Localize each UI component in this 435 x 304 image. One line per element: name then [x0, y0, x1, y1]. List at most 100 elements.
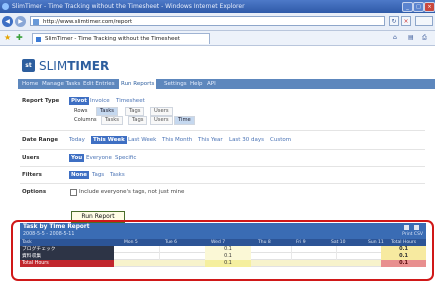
slimtimer-favicon: [36, 37, 41, 42]
grid-line: [291, 253, 292, 260]
filters-label: Filters: [22, 172, 42, 178]
browser-tab[interactable]: SlimTimer - Time Tracking without the Ti…: [32, 33, 210, 44]
address-bar[interactable]: http://www.slimtimer.com/report: [30, 16, 385, 26]
col-mon: Mon 5: [124, 240, 138, 245]
stop-button[interactable]: ×: [401, 16, 411, 26]
rows-tasks[interactable]: Tasks: [96, 107, 118, 116]
col-fri: Fri 9: [296, 240, 306, 245]
logo-text-prefix: SLIM: [39, 59, 68, 73]
browser-window: SlimTimer - Time Tracking without the Ti…: [0, 0, 435, 304]
report-title: Task by Time Report: [23, 224, 90, 230]
grand-total-value: 0.1: [381, 260, 426, 267]
home-icon[interactable]: ⌂: [393, 33, 397, 43]
grid-line: [291, 246, 292, 253]
date-custom[interactable]: Custom: [270, 137, 291, 143]
row-wed-value: 0.1: [205, 246, 251, 253]
include-tags-label: Include everyone's tags, not just mine: [79, 189, 185, 195]
filters-tasks[interactable]: Tasks: [110, 172, 125, 178]
col-tue: Tue 6: [165, 240, 177, 245]
add-favorite-icon[interactable]: ✚: [16, 33, 23, 43]
date-last-week[interactable]: Last Week: [128, 137, 156, 143]
menu-home[interactable]: Home: [22, 79, 38, 89]
menu-manage-tasks[interactable]: Manage Tasks: [42, 79, 80, 89]
date-last-30-days[interactable]: Last 30 days: [229, 137, 264, 143]
refresh-button[interactable]: ↻: [389, 16, 399, 26]
total-wed-value: 0.1: [205, 260, 251, 267]
col-total: Total Hours: [391, 240, 417, 245]
logo-mark: st: [22, 59, 35, 72]
report-type-label: Report Type: [22, 98, 60, 104]
report-type-invoice[interactable]: Invoice: [90, 98, 110, 104]
report-type-timesheet[interactable]: Timesheet: [116, 98, 145, 104]
grid-line: [159, 253, 160, 260]
report-type-pivot[interactable]: Pivot: [69, 97, 89, 105]
columns-tasks[interactable]: Tasks: [101, 116, 123, 125]
report-table: Task by Time Report 2008-5-5 - 2008-5-11…: [20, 223, 426, 275]
grid-line: [159, 246, 160, 253]
menu-api[interactable]: API: [207, 79, 216, 89]
search-box[interactable]: [415, 16, 433, 26]
divider: [20, 149, 425, 150]
col-sun: Sun 11: [368, 240, 384, 245]
grid-line: [336, 253, 337, 260]
csv-export-icon[interactable]: [414, 225, 419, 230]
menu-run-reports[interactable]: Run Reports: [119, 79, 157, 89]
columns-time[interactable]: Time: [174, 116, 195, 125]
filters-tags[interactable]: Tags: [92, 172, 104, 178]
options-label: Options: [22, 189, 47, 195]
print-report-icon[interactable]: [404, 225, 409, 230]
menu-edit-entries[interactable]: Edit Entries: [83, 79, 115, 89]
minimize-button[interactable]: _: [402, 2, 413, 12]
date-this-year[interactable]: This Year: [198, 137, 223, 143]
main-menu: Home Manage Tasks Edit Entries Run Repor…: [18, 79, 435, 89]
page-content: st SLIMTIMER Home Manage Tasks Edit Entr…: [0, 46, 435, 304]
forward-button[interactable]: ▶: [15, 16, 26, 27]
divider: [20, 166, 425, 167]
print-icon[interactable]: ⎙: [422, 33, 427, 43]
row-total-value: 0.1: [381, 246, 426, 253]
date-this-week[interactable]: This Week: [91, 136, 127, 144]
back-button[interactable]: ◀: [2, 16, 13, 27]
menu-settings[interactable]: Settings: [164, 79, 187, 89]
rows-users[interactable]: Users: [150, 107, 173, 116]
rows-label: Rows: [74, 108, 88, 114]
users-everyone[interactable]: Everyone: [86, 155, 112, 161]
columns-users[interactable]: Users: [150, 116, 173, 125]
close-window-button[interactable]: ×: [424, 2, 435, 12]
feeds-icon[interactable]: ▤: [408, 33, 414, 43]
table-header: Task Mon 5 Tue 6 Wed 7 Thu 8 Fri 9 Sat 1…: [20, 239, 426, 246]
columns-tags[interactable]: Tags: [128, 116, 148, 125]
include-tags-checkbox[interactable]: [70, 189, 77, 196]
report-dates: 2008-5-5 - 2008-5-11: [23, 232, 75, 237]
rows-tags[interactable]: Tags: [125, 107, 145, 116]
print-csv-links[interactable]: Print CSV: [402, 232, 423, 237]
page-icon: [33, 19, 39, 25]
users-specific[interactable]: Specific: [115, 155, 136, 161]
date-this-month[interactable]: This Month: [162, 137, 192, 143]
date-range-label: Date Range: [22, 137, 59, 143]
users-you[interactable]: You: [69, 154, 85, 162]
users-label: Users: [22, 155, 40, 161]
col-task: Task: [22, 240, 32, 245]
address-toolbar: ◀ ▶ http://www.slimtimer.com/report ↻ ×: [0, 13, 435, 31]
tab-title: SlimTimer - Time Tracking without the Ti…: [45, 36, 180, 42]
address-url: http://www.slimtimer.com/report: [43, 19, 133, 25]
filters-none[interactable]: None: [69, 171, 90, 179]
date-today[interactable]: Today: [69, 137, 85, 143]
favorites-star-icon[interactable]: ★: [4, 33, 11, 43]
divider: [20, 130, 425, 131]
row-total-value: 0.1: [381, 253, 426, 260]
table-row: ブログチェック 0.1 0.1: [20, 246, 426, 253]
menu-help[interactable]: Help: [190, 79, 203, 89]
grid-line: [336, 246, 337, 253]
col-wed: Wed 7: [211, 240, 226, 245]
table-row: 資料収集 0.1 0.1: [20, 253, 426, 260]
window-title: SlimTimer - Time Tracking without the Ti…: [12, 3, 245, 10]
total-row: Total Hours 0.1 0.1: [20, 260, 426, 267]
ie-icon: [2, 3, 9, 10]
report-header: Task by Time Report 2008-5-5 - 2008-5-11…: [20, 223, 426, 239]
maximize-button[interactable]: □: [413, 2, 424, 12]
col-sat: Sat 10: [331, 240, 346, 245]
logo-text-suffix: TIMER: [67, 59, 110, 73]
total-row-label: Total Hours: [20, 260, 114, 267]
